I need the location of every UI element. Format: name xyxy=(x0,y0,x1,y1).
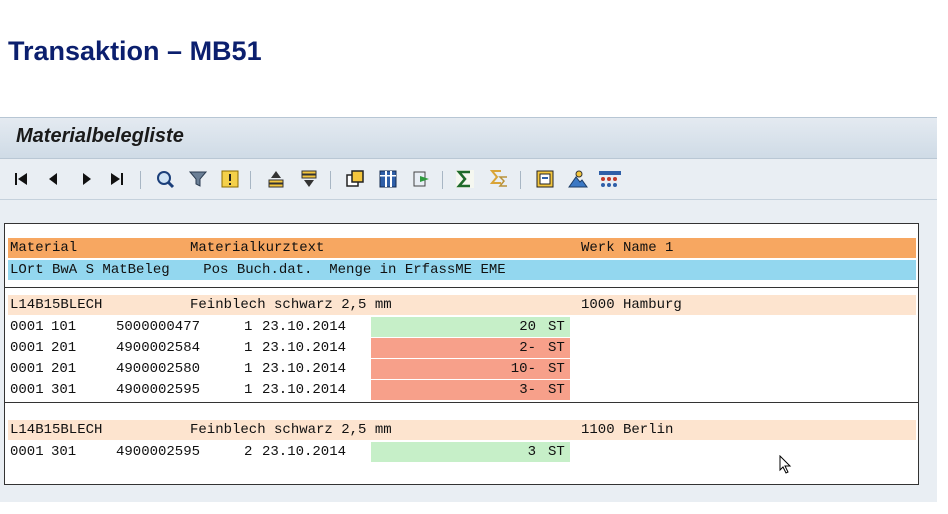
item-position: 1 xyxy=(244,361,253,377)
posting-date: 23.10.2014 xyxy=(262,340,347,356)
subtotal-icon[interactable] xyxy=(486,167,512,191)
toolbar-separator xyxy=(250,171,251,189)
layout-matrix-icon[interactable] xyxy=(597,167,623,191)
save-layout-icon[interactable] xyxy=(532,167,558,191)
display-graphic-icon[interactable] xyxy=(565,167,591,191)
movement-type: 101 xyxy=(51,319,77,335)
storage-location: 0001 xyxy=(10,319,44,335)
last-page-icon[interactable] xyxy=(104,167,130,191)
col-header-item-fields[interactable]: LOrt BwA S MatBeleg Pos Buch.dat. Menge … xyxy=(10,260,506,280)
toolbar-separator xyxy=(442,171,443,189)
toolbar-separator xyxy=(520,171,521,189)
storage-location: 0001 xyxy=(10,361,44,377)
storage-location: 0001 xyxy=(10,444,44,460)
previous-page-icon[interactable] xyxy=(40,167,66,191)
material-document: 4900002595 xyxy=(116,382,201,398)
sort-ascending-icon[interactable] xyxy=(263,167,289,191)
item-position: 2 xyxy=(244,444,253,460)
sap-window: Materialbelegliste Material Materialkurz… xyxy=(0,117,937,502)
storage-location: 0001 xyxy=(10,382,44,398)
toolbar-separator xyxy=(140,171,141,189)
unit-of-entry: ST xyxy=(548,382,565,398)
material-group-row[interactable]: L14B15BLECH Feinblech schwarz 2,5 mm 1000 … xyxy=(8,295,916,315)
quantity-cell xyxy=(371,359,570,379)
slide-title: Transaktion – MB51 xyxy=(8,36,262,66)
quantity-cell xyxy=(371,338,570,358)
filter-icon[interactable] xyxy=(185,167,211,191)
document-item-row[interactable]: 0001 301 4900002595 1 23.10.2014 3- ST xyxy=(8,380,916,400)
export-icon[interactable] xyxy=(408,167,434,191)
screen-title: Materialbelegliste xyxy=(16,125,184,147)
first-page-icon[interactable] xyxy=(8,167,34,191)
col-header-short-text[interactable]: Materialkurztext xyxy=(190,238,324,258)
group-short-text: Feinblech schwarz 2,5 mm xyxy=(190,422,392,438)
exception-icon[interactable] xyxy=(217,167,243,191)
header-divider xyxy=(5,287,918,288)
quantity-cell xyxy=(371,442,570,462)
item-position: 1 xyxy=(244,382,253,398)
posting-date: 23.10.2014 xyxy=(262,444,347,460)
columns-icon[interactable] xyxy=(375,167,401,191)
movement-type: 301 xyxy=(51,382,77,398)
sort-descending-icon[interactable] xyxy=(296,167,322,191)
document-item-row[interactable]: 0001 201 4900002584 1 23.10.2014 2- ST xyxy=(8,338,916,358)
material-group-row[interactable]: L14B15BLECH Feinblech schwarz 2,5 mm 1100 … xyxy=(8,420,916,440)
screen-title-bar: Materialbelegliste xyxy=(0,117,937,159)
group-material: L14B15BLECH xyxy=(10,422,103,438)
header-row-1: Material Materialkurztext Werk Name 1 xyxy=(8,238,916,258)
details-icon[interactable] xyxy=(152,167,178,191)
posting-date: 23.10.2014 xyxy=(262,361,347,377)
quantity-value: 3 xyxy=(527,444,536,460)
toolbar-separator xyxy=(330,171,331,189)
application-toolbar xyxy=(0,159,937,200)
mouse-cursor-icon xyxy=(779,455,792,474)
material-document: 4900002595 xyxy=(116,444,201,460)
group-divider xyxy=(5,402,918,403)
posting-date: 23.10.2014 xyxy=(262,382,347,398)
document-item-row[interactable]: 0001 101 5000000477 1 23.10.2014 20 ST xyxy=(8,317,916,337)
group-material: L14B15BLECH xyxy=(10,297,103,313)
unit-of-entry: ST xyxy=(548,361,565,377)
movement-type: 301 xyxy=(51,444,77,460)
material-document: 4900002580 xyxy=(116,361,201,377)
material-document-list: Material Materialkurztext Werk Name 1 LO… xyxy=(4,223,919,485)
item-position: 1 xyxy=(244,319,253,335)
select-layout-icon[interactable] xyxy=(342,167,368,191)
movement-type: 201 xyxy=(51,340,77,356)
sum-icon[interactable] xyxy=(452,167,478,191)
material-document: 4900002584 xyxy=(116,340,201,356)
next-page-icon[interactable] xyxy=(74,167,100,191)
quantity-value: 20 xyxy=(519,319,536,335)
posting-date: 23.10.2014 xyxy=(262,319,347,335)
col-header-material[interactable]: Material xyxy=(10,238,77,258)
storage-location: 0001 xyxy=(10,340,44,356)
group-short-text: Feinblech schwarz 2,5 mm xyxy=(190,297,392,313)
group-plant: 1100 Berlin xyxy=(581,422,674,438)
unit-of-entry: ST xyxy=(548,319,565,335)
movement-type: 201 xyxy=(51,361,77,377)
header-row-2: LOrt BwA S MatBeleg Pos Buch.dat. Menge … xyxy=(8,260,916,280)
unit-of-entry: ST xyxy=(548,444,565,460)
col-header-plant[interactable]: Werk Name 1 xyxy=(581,238,673,258)
quantity-value: 2- xyxy=(519,340,536,356)
quantity-value: 10- xyxy=(510,361,536,377)
quantity-cell xyxy=(371,380,570,400)
unit-of-entry: ST xyxy=(548,340,565,356)
quantity-cell xyxy=(371,317,570,337)
group-plant: 1000 Hamburg xyxy=(581,297,682,313)
material-document: 5000000477 xyxy=(116,319,201,335)
item-position: 1 xyxy=(244,340,253,356)
quantity-value: 3- xyxy=(519,382,536,398)
document-item-row[interactable]: 0001 201 4900002580 1 23.10.2014 10- ST xyxy=(8,359,916,379)
